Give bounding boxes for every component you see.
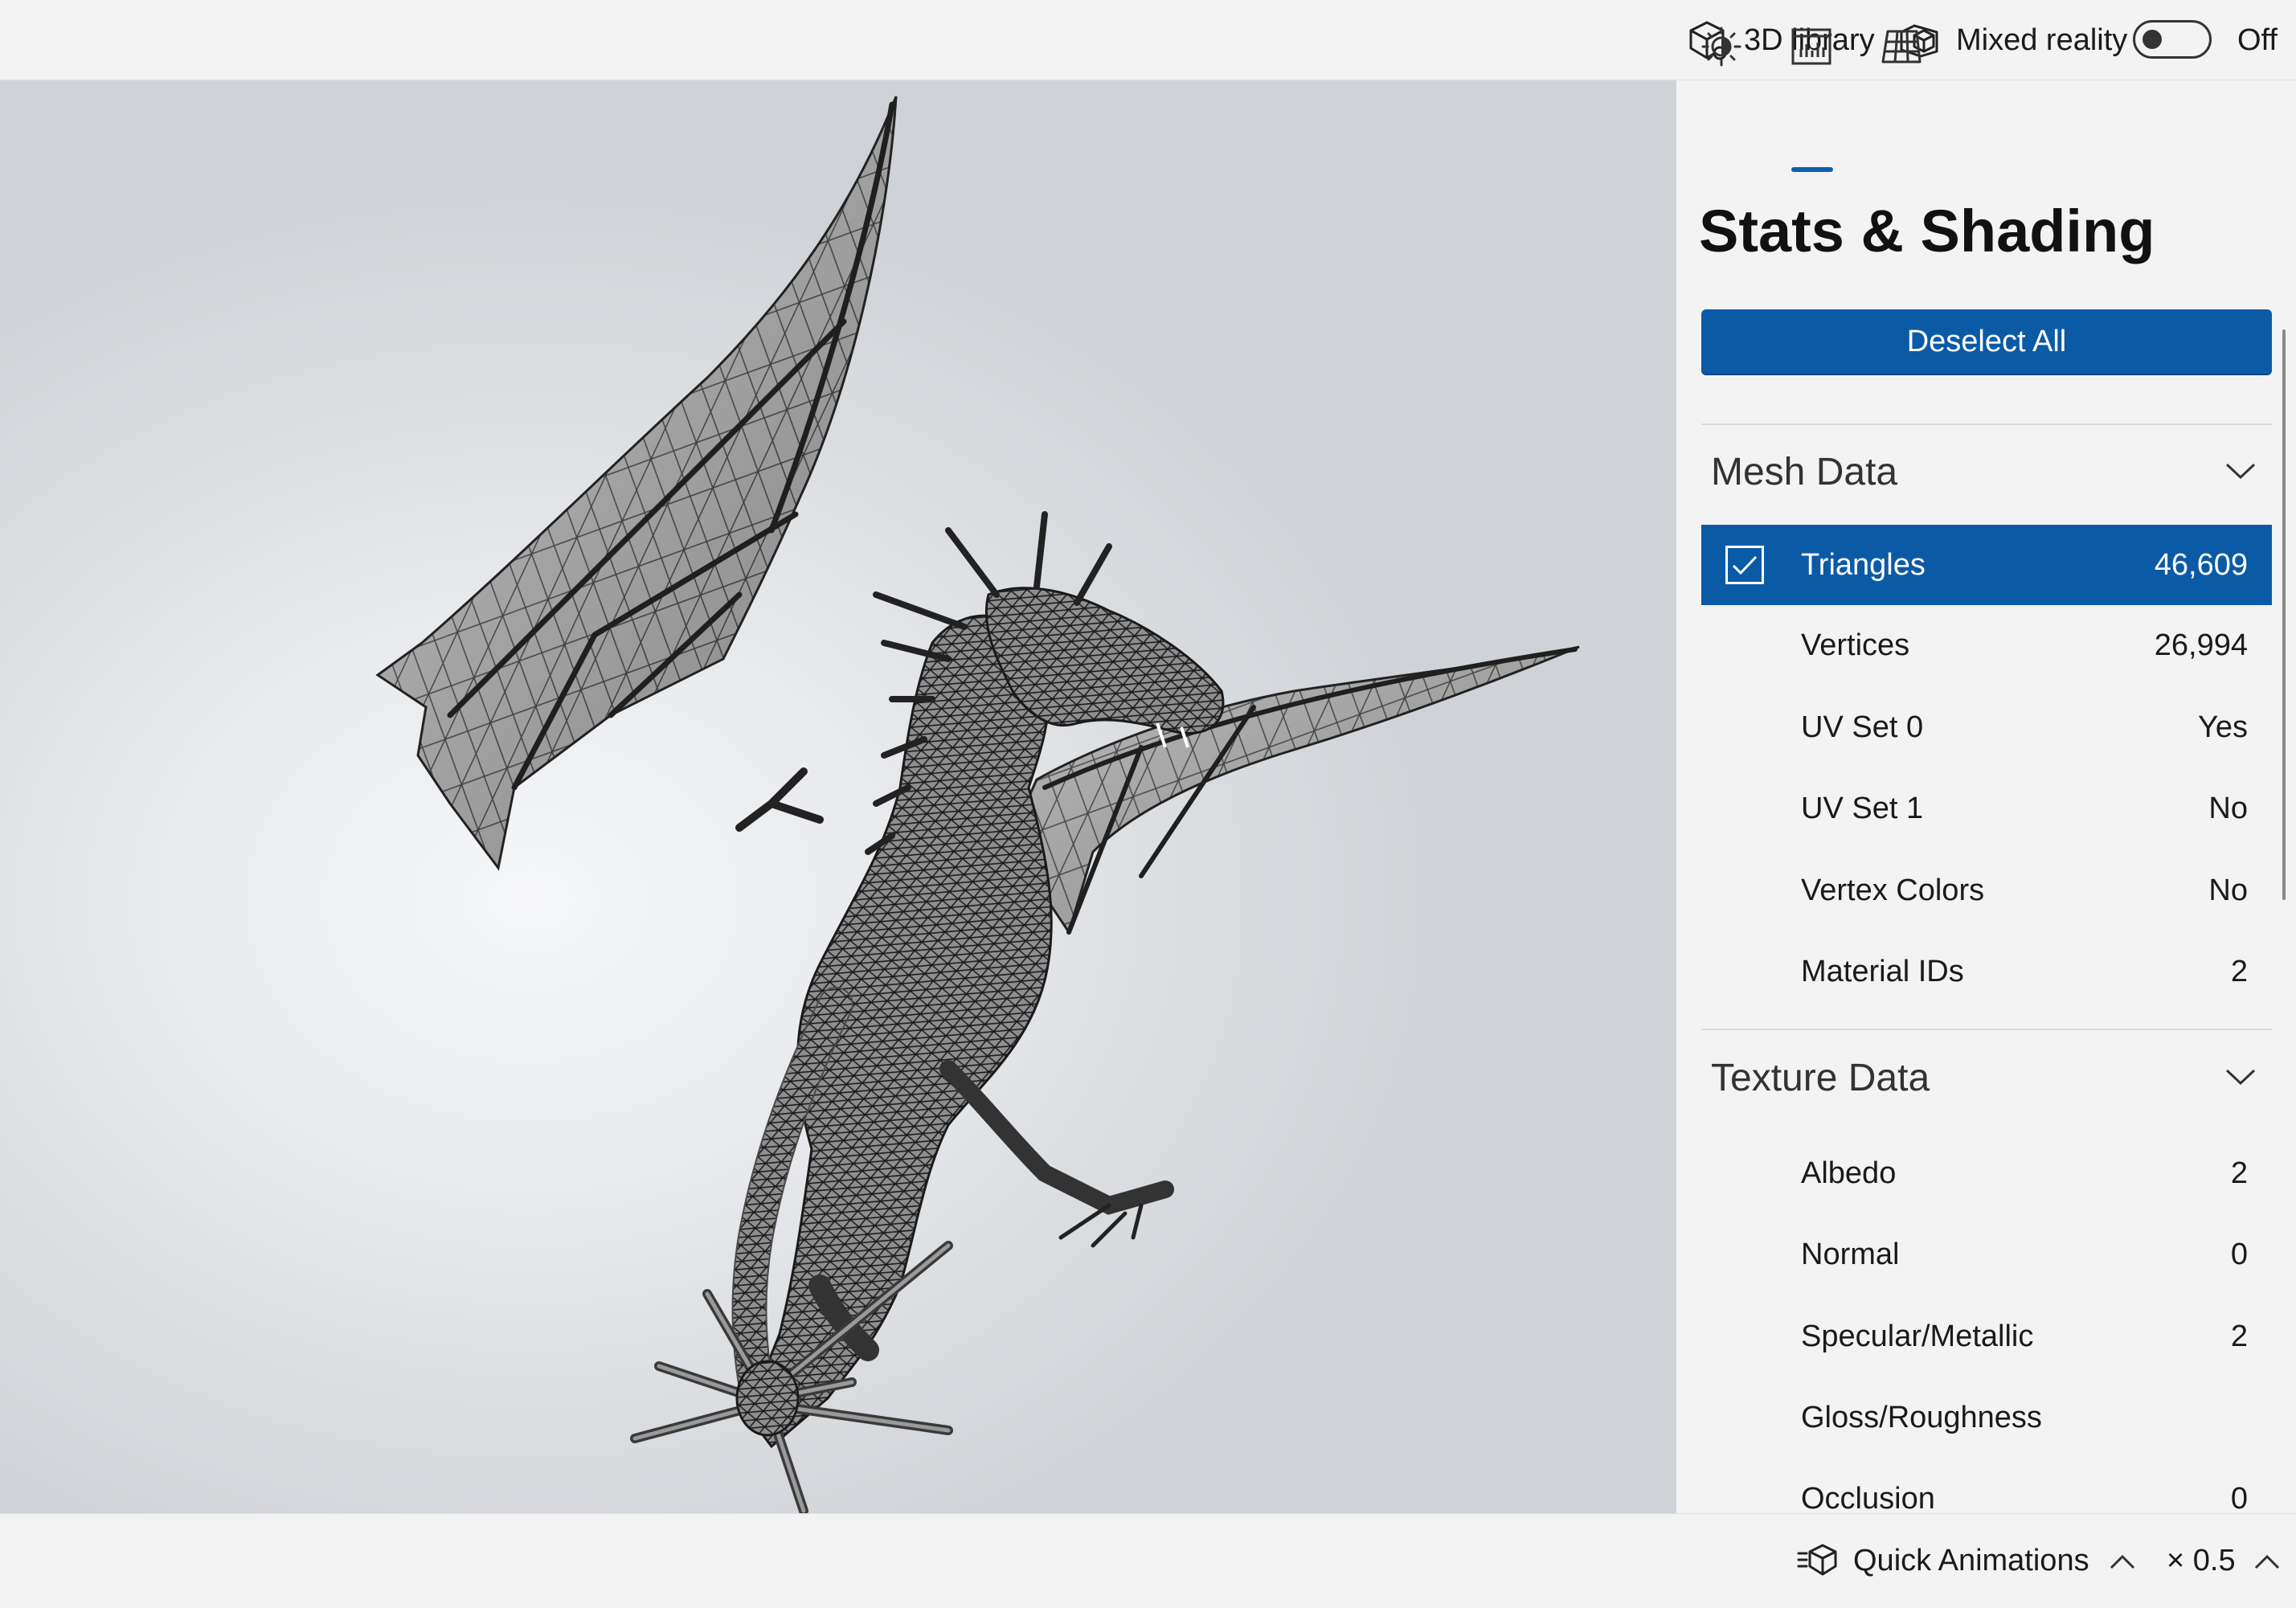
- row-name: UV Set 0: [1801, 710, 1924, 744]
- toggle-state-label: Off: [2237, 23, 2278, 57]
- chevron-up-icon: [2110, 1554, 2134, 1569]
- row-name: Specular/Metallic: [1801, 1320, 2034, 1353]
- top-bar: 3D library Mixed reality Off: [0, 0, 2296, 80]
- animation-cube-icon: [1797, 1544, 1837, 1575]
- texture-row-gloss-roughness[interactable]: Gloss/Roughness: [1701, 1377, 2272, 1458]
- texture-row-albedo[interactable]: Albedo 2: [1701, 1133, 2272, 1213]
- mixed-reality-label: Mixed reality: [1956, 23, 2128, 57]
- quick-animations-label: Quick Animations: [1853, 1544, 2089, 1577]
- animation-speed-label: × 0.5: [2167, 1544, 2236, 1577]
- toggle-knob: [2143, 30, 2162, 49]
- row-value: 26,994: [2154, 628, 2248, 662]
- tab-grid[interactable]: [1876, 21, 1927, 72]
- chevron-up-icon: [2254, 1554, 2279, 1569]
- row-name: Triangles: [1801, 548, 1926, 582]
- stats-icon: [1791, 28, 1831, 65]
- mesh-row-vertices[interactable]: Vertices 26,994: [1701, 605, 2272, 685]
- row-name: Normal: [1801, 1238, 1900, 1271]
- deselect-all-button[interactable]: Deselect All: [1701, 309, 2272, 374]
- panel-title: Stats & Shading: [1699, 198, 2155, 264]
- mixed-reality-toggle[interactable]: [2133, 20, 2212, 59]
- dragon-wireframe-model: [375, 96, 1580, 1513]
- mesh-row-uv-set-0[interactable]: UV Set 0 Yes: [1701, 687, 2272, 767]
- panel-scrollbar[interactable]: [2282, 329, 2286, 900]
- texture-data-header[interactable]: Texture Data: [1701, 1030, 2272, 1127]
- active-tab-indicator: [1791, 167, 1833, 172]
- mesh-row-triangles[interactable]: Triangles 46,609: [1701, 525, 2272, 605]
- grid-icon: [1881, 30, 1922, 63]
- texture-row-specular-metallic[interactable]: Specular/Metallic 2: [1701, 1296, 2272, 1377]
- tab-stats[interactable]: [1786, 21, 1837, 72]
- mesh-data-heading: Mesh Data: [1711, 451, 1898, 493]
- chevron-down-icon: [2225, 1069, 2256, 1086]
- mixed-reality-button[interactable]: Mixed reality: [1897, 0, 2127, 80]
- row-name: UV Set 1: [1801, 792, 1924, 825]
- row-value: 46,609: [2154, 548, 2248, 582]
- row-name: Material IDs: [1801, 955, 1964, 988]
- mesh-row-vertex-colors[interactable]: Vertex Colors No: [1701, 850, 2272, 931]
- row-value: 2: [2230, 955, 2248, 988]
- tab-lighting[interactable]: [1696, 21, 1747, 72]
- row-name: Albedo: [1801, 1156, 1897, 1190]
- mesh-data-header[interactable]: Mesh Data: [1701, 424, 2272, 521]
- texture-data-heading: Texture Data: [1711, 1057, 1930, 1099]
- row-name: Vertices: [1801, 628, 1910, 662]
- row-value: No: [2208, 874, 2248, 907]
- row-name: Vertex Colors: [1801, 874, 1985, 907]
- lighting-icon: [1701, 27, 1741, 67]
- mesh-row-uv-set-1[interactable]: UV Set 1 No: [1701, 768, 2272, 849]
- checkmark-icon: [1732, 555, 1758, 575]
- 3d-viewport[interactable]: [0, 80, 1676, 1513]
- row-value: Yes: [2198, 710, 2248, 744]
- texture-row-normal[interactable]: Normal 0: [1701, 1214, 2272, 1295]
- row-value: 2: [2230, 1156, 2248, 1190]
- mesh-row-material-ids[interactable]: Material IDs 2: [1701, 931, 2272, 1012]
- bottom-bar: Quick Animations × 0.5: [0, 1513, 2296, 1607]
- chevron-down-icon: [2225, 463, 2256, 480]
- row-value: 0: [2230, 1238, 2248, 1271]
- animation-speed-button[interactable]: × 0.5: [2167, 1514, 2281, 1608]
- quick-animations-button[interactable]: Quick Animations: [1797, 1514, 2136, 1608]
- row-value: 2: [2230, 1320, 2248, 1353]
- checkbox-checked[interactable]: [1725, 546, 1764, 584]
- row-value: No: [2208, 792, 2248, 825]
- row-name: Gloss/Roughness: [1801, 1401, 2042, 1434]
